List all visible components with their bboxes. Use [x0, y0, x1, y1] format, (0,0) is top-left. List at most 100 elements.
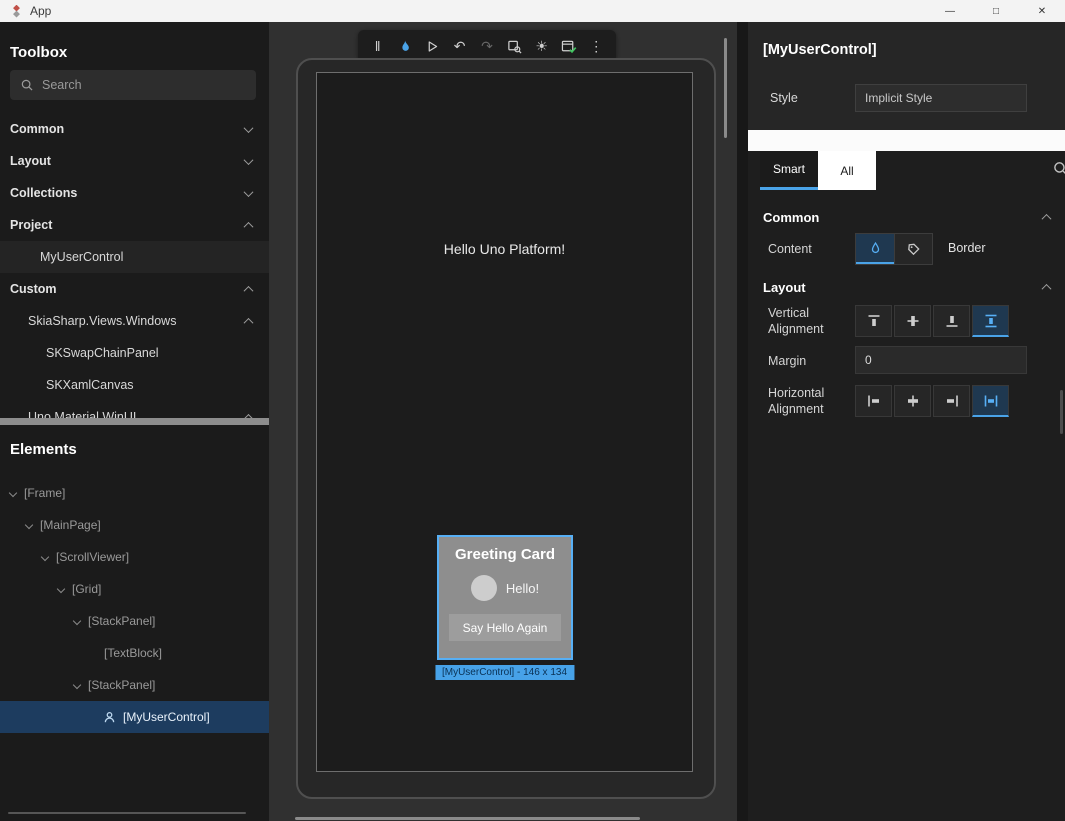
vertical-alignment-group — [855, 305, 1009, 337]
selection-size-badge: [MyUserControl] - 146 x 134 — [435, 665, 574, 680]
tree-item-label: [StackPanel] — [88, 678, 155, 692]
hello-textblock[interactable]: Hello Uno Platform! — [317, 241, 692, 257]
margin-input[interactable] — [855, 346, 1027, 374]
panel-check-icon[interactable] — [557, 34, 581, 58]
toolbox-section-common[interactable]: Common — [0, 113, 269, 145]
toolbox-section-layout[interactable]: Layout — [0, 145, 269, 177]
content-template-button[interactable] — [856, 234, 894, 264]
align-right-button[interactable] — [933, 385, 970, 417]
chevron-up-icon — [244, 221, 254, 231]
section-label: Collections — [10, 186, 77, 200]
chevron-down-icon — [25, 521, 33, 529]
section-layout[interactable]: Layout — [748, 273, 1065, 301]
canvas-horizontal-scrollbar[interactable] — [295, 817, 640, 820]
app-logo-icon — [10, 5, 23, 18]
elements-title: Elements — [10, 441, 77, 458]
border-label[interactable]: Border — [948, 241, 986, 255]
align-top-button[interactable] — [855, 305, 892, 337]
group-label: SkiaSharp.Views.Windows — [28, 314, 176, 328]
window-controls: — □ ✕ — [927, 0, 1065, 22]
tab-smart[interactable]: Smart — [760, 151, 818, 190]
tag-button[interactable] — [894, 234, 932, 264]
theme-toggle-icon[interactable]: ☀ — [530, 34, 554, 58]
align-center-horizontal-button[interactable] — [894, 385, 931, 417]
toolbox-item-label: SKSwapChainPanel — [46, 346, 159, 360]
align-center-vertical-button[interactable] — [894, 305, 931, 337]
more-options-icon[interactable]: ⋮ — [584, 34, 608, 58]
chevron-up-icon — [244, 317, 254, 327]
minimize-button[interactable]: — — [927, 0, 973, 22]
greeting-card-title: Greeting Card — [439, 546, 571, 563]
tab-all[interactable]: All — [818, 151, 876, 190]
chevron-up-icon — [244, 285, 254, 295]
toolbox-section-custom[interactable]: Custom — [0, 273, 269, 305]
properties-header: [MyUserControl] Style — [748, 22, 1065, 130]
toolbox-group-unomaterial[interactable]: Uno.Material.WinUI — [0, 401, 269, 433]
tree-item-label: [TextBlock] — [104, 646, 162, 660]
app-preview-screen[interactable]: Hello Uno Platform! Greeting Card Hello!… — [316, 72, 693, 772]
chevron-down-icon — [244, 155, 254, 165]
inspect-element-icon[interactable] — [502, 34, 526, 58]
section-label: Layout — [10, 154, 51, 168]
greeting-card-control[interactable]: Greeting Card Hello! Say Hello Again — [437, 535, 573, 660]
panel-divider-band — [748, 130, 1065, 151]
tree-item-label: [ScrollViewer] — [56, 550, 129, 564]
tree-item-stackpanel-1[interactable]: [StackPanel] — [0, 605, 269, 637]
tree-item-scrollviewer[interactable]: [ScrollViewer] — [0, 541, 269, 573]
usercontrol-icon — [102, 710, 117, 725]
redo-icon[interactable]: ↷ — [475, 34, 499, 58]
property-tabs: Smart All — [760, 151, 876, 190]
stretch-vertical-button[interactable] — [972, 305, 1009, 337]
toolbox-search[interactable] — [10, 70, 256, 100]
design-canvas[interactable]: ‖ ↶ ↷ ☀ ⋮ Hello Uno Platform! Greeting — [269, 22, 737, 821]
tree-item-stackpanel-2[interactable]: [StackPanel] — [0, 669, 269, 701]
selected-control-title: [MyUserControl] — [763, 42, 877, 58]
section-label: Common — [763, 210, 819, 225]
toolbox-scrollbar[interactable] — [8, 812, 246, 814]
toolbox-title: Toolbox — [10, 44, 67, 61]
tree-item-myusercontrol[interactable]: [MyUserControl] — [0, 701, 269, 733]
say-hello-button[interactable]: Say Hello Again — [449, 614, 561, 641]
panel-splitter[interactable] — [0, 418, 269, 425]
play-icon[interactable] — [420, 34, 444, 58]
maximize-button[interactable]: □ — [973, 0, 1019, 22]
toolbox-panel: Toolbox Common Layout Collections Projec… — [0, 22, 269, 821]
search-input[interactable] — [42, 78, 246, 92]
toolbox-group-skiasharp[interactable]: SkiaSharp.Views.Windows — [0, 305, 269, 337]
toolbox-item-skxamlcanvas[interactable]: SKXamlCanvas — [0, 369, 269, 401]
toolbox-item-label: SKXamlCanvas — [46, 378, 134, 392]
close-button[interactable]: ✕ — [1019, 0, 1065, 22]
section-common[interactable]: Common — [748, 203, 1065, 231]
property-search-icon[interactable] — [1052, 160, 1065, 177]
toolbox-item-skswapchainpanel[interactable]: SKSwapChainPanel — [0, 337, 269, 369]
tree-item-label: [Grid] — [72, 582, 101, 596]
tree-item-grid[interactable]: [Grid] — [0, 573, 269, 605]
toolbox-section-collections[interactable]: Collections — [0, 177, 269, 209]
chevron-down-icon — [57, 585, 65, 593]
align-left-button[interactable] — [855, 385, 892, 417]
chevron-up-icon — [1042, 213, 1052, 223]
toolbox-item-myusercontrol[interactable]: MyUserControl — [0, 241, 269, 273]
chevron-down-icon — [41, 553, 49, 561]
horizontal-alignment-group — [855, 385, 1009, 417]
toolbox-section-project[interactable]: Project — [0, 209, 269, 241]
tree-item-frame[interactable]: [Frame] — [0, 477, 269, 509]
hot-reload-flame-icon[interactable] — [393, 34, 417, 58]
undo-icon[interactable]: ↶ — [448, 34, 472, 58]
greeting-row: Hello! — [439, 575, 571, 601]
properties-scrollbar[interactable] — [1060, 390, 1063, 434]
align-bottom-button[interactable] — [933, 305, 970, 337]
drag-handle-icon[interactable]: ‖ — [366, 34, 390, 58]
tree-item-label: [Frame] — [24, 486, 65, 500]
stretch-horizontal-button[interactable] — [972, 385, 1009, 417]
chevron-down-icon — [9, 489, 17, 497]
tree-item-mainpage[interactable]: [MainPage] — [0, 509, 269, 541]
style-label: Style — [770, 91, 798, 105]
canvas-vertical-scrollbar[interactable] — [724, 38, 727, 138]
chevron-down-icon — [73, 681, 81, 689]
section-label: Common — [10, 122, 64, 136]
app-title: App — [30, 4, 51, 18]
chevron-up-icon — [1042, 283, 1052, 293]
tree-item-textblock[interactable]: [TextBlock] — [0, 637, 269, 669]
style-input[interactable] — [855, 84, 1027, 112]
